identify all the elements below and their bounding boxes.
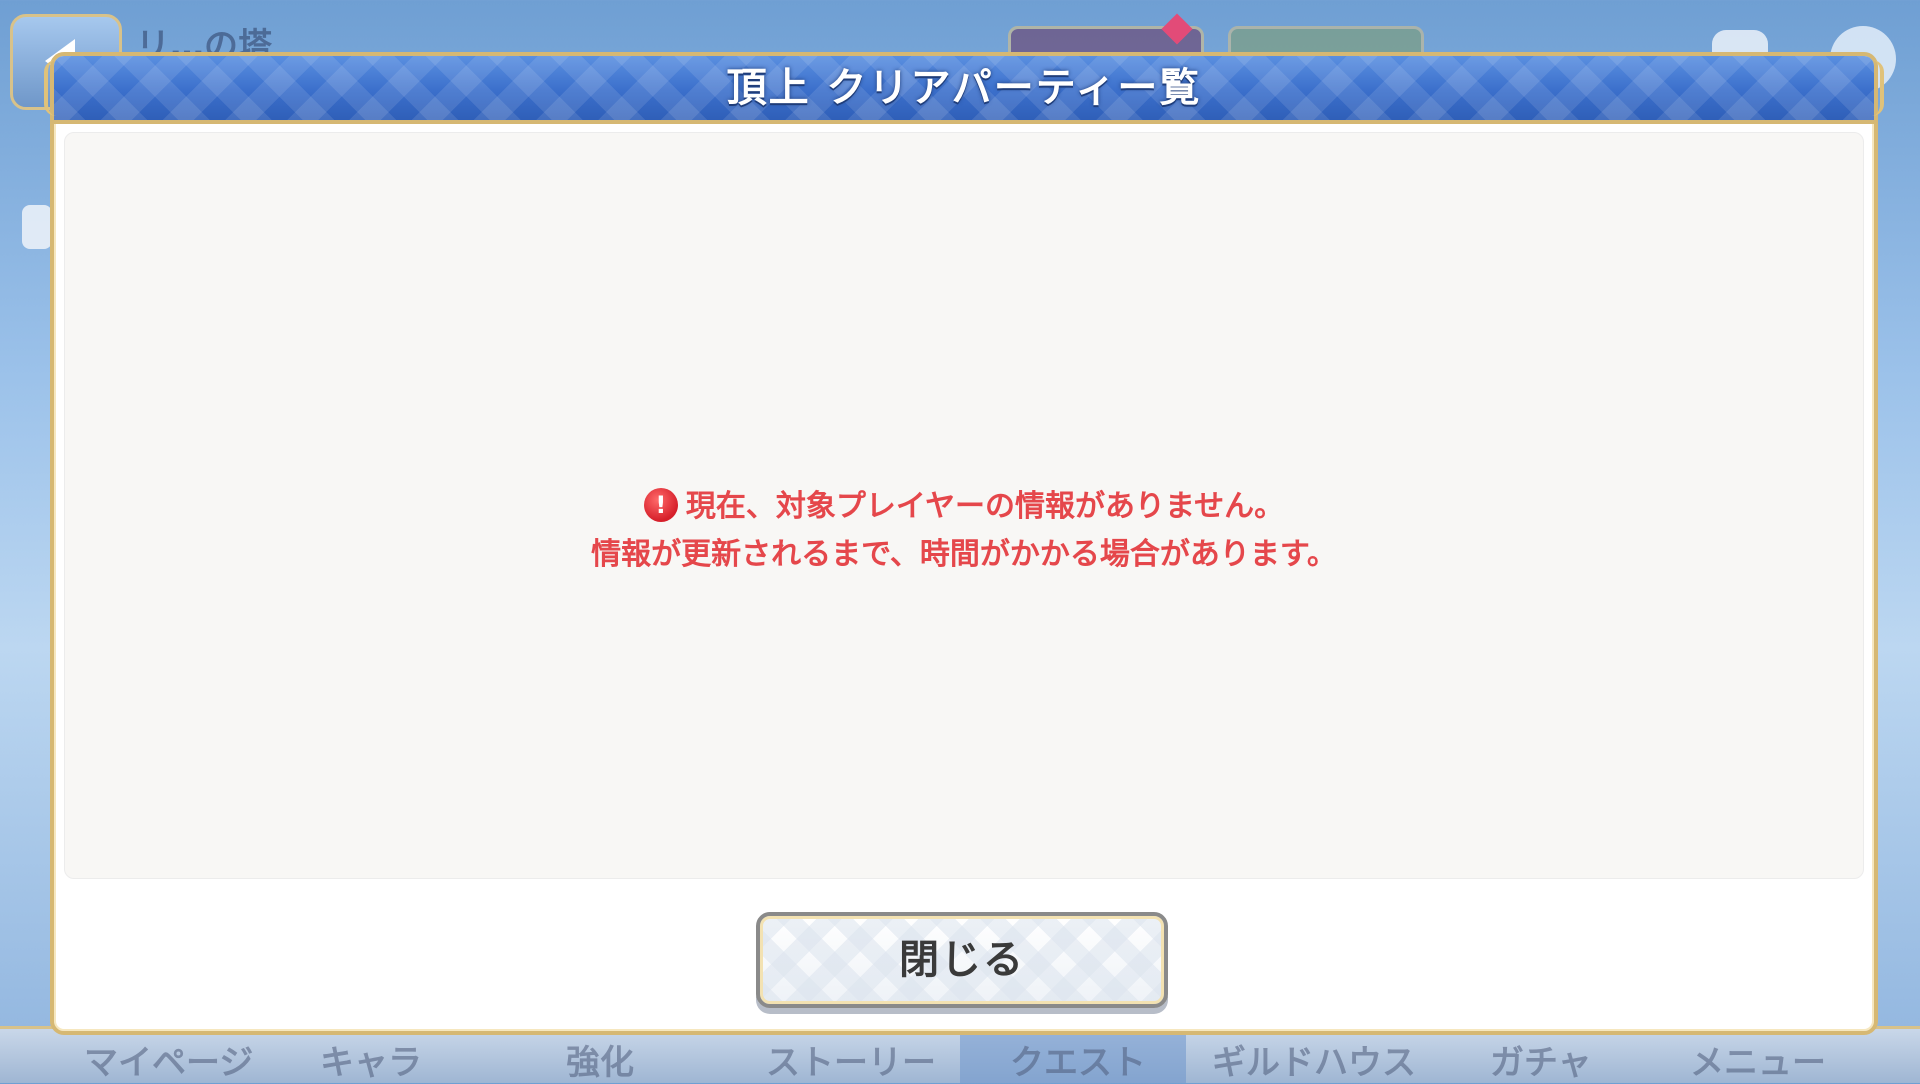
dialog-header: 頂上 クリアパーティー覧 (44, 56, 1884, 124)
side-button[interactable] (22, 205, 52, 249)
message-line-1-row: ! 現在、対象プレイヤーの情報がありません。 (65, 483, 1863, 531)
content-panel: ! 現在、対象プレイヤーの情報がありません。 情報が更新されるまで、時間がかかる場… (64, 132, 1864, 879)
empty-message: ! 現在、対象プレイヤーの情報がありません。 情報が更新されるまで、時間がかかる場… (65, 483, 1863, 579)
nav-item-gacha[interactable]: ガチャ (1490, 1035, 1592, 1084)
dialog-title: 頂上 クリアパーティー覧 (726, 65, 1202, 111)
nav-item-quest[interactable]: クエスト (1010, 1035, 1146, 1084)
close-button-label: 閉じる (899, 937, 1025, 983)
clear-party-dialog: 頂上 クリアパーティー覧 ! 現在、対象プレイヤーの情報がありません。 情報が更新… (44, 52, 1884, 1035)
corner-ornament-right (1858, 60, 1884, 116)
nav-item-story[interactable]: ストーリー (766, 1035, 936, 1084)
message-line-1: 現在、対象プレイヤーの情報がありません。 (685, 489, 1285, 524)
nav-item-guildhouse[interactable]: ギルドハウス (1212, 1035, 1416, 1084)
exclamation-circle-icon: ! (643, 487, 678, 522)
nav-item-mypage[interactable]: マイページ (84, 1035, 253, 1084)
nav-item-enhance[interactable]: 強化 (566, 1035, 634, 1084)
nav-item-chara[interactable]: キャラ (320, 1035, 422, 1084)
nav-item-menu[interactable]: メニュー (1690, 1035, 1826, 1084)
message-line-2: 情報が更新されるまで、時間がかかる場合があります。 (591, 537, 1337, 572)
close-button[interactable]: 閉じる (756, 912, 1168, 1008)
